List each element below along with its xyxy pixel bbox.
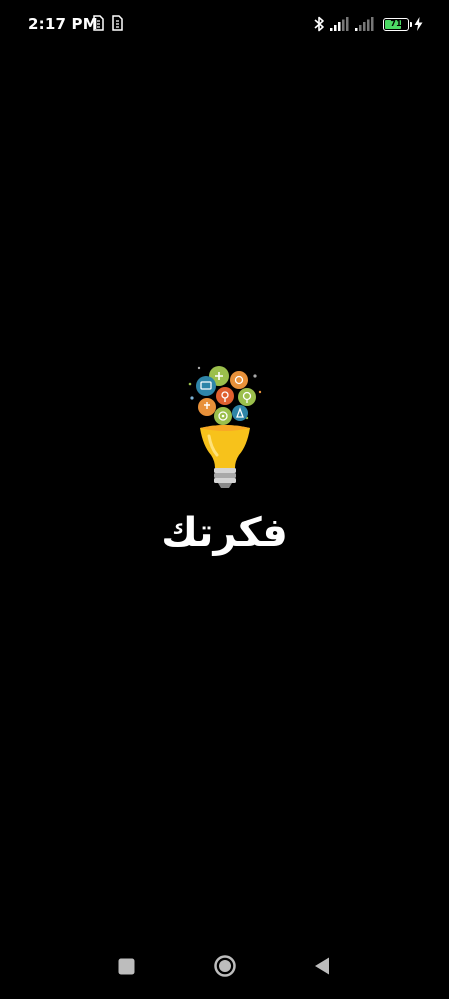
sim-icon [93, 15, 104, 31]
recents-button[interactable] [111, 951, 141, 981]
battery-level: 71 [390, 18, 402, 28]
back-button[interactable] [307, 951, 337, 981]
home-button[interactable] [210, 951, 240, 981]
home-icon [214, 955, 236, 977]
bluetooth-icon [314, 16, 324, 32]
battery-icon: 71 [383, 17, 412, 31]
recents-icon [118, 958, 134, 974]
signal-icon [355, 17, 374, 31]
status-icons: 71 [313, 14, 423, 34]
status-bar: 2:17 PM 71 [0, 0, 449, 50]
navigation-bar [0, 941, 449, 999]
app-name: فكرتك [161, 510, 288, 556]
signal-icon [330, 17, 349, 31]
charging-icon [414, 17, 423, 31]
lightbulb-ideas-icon [188, 366, 262, 488]
status-time: 2:17 PM [28, 15, 98, 33]
sim-icon [112, 15, 123, 31]
back-icon [315, 957, 329, 975]
